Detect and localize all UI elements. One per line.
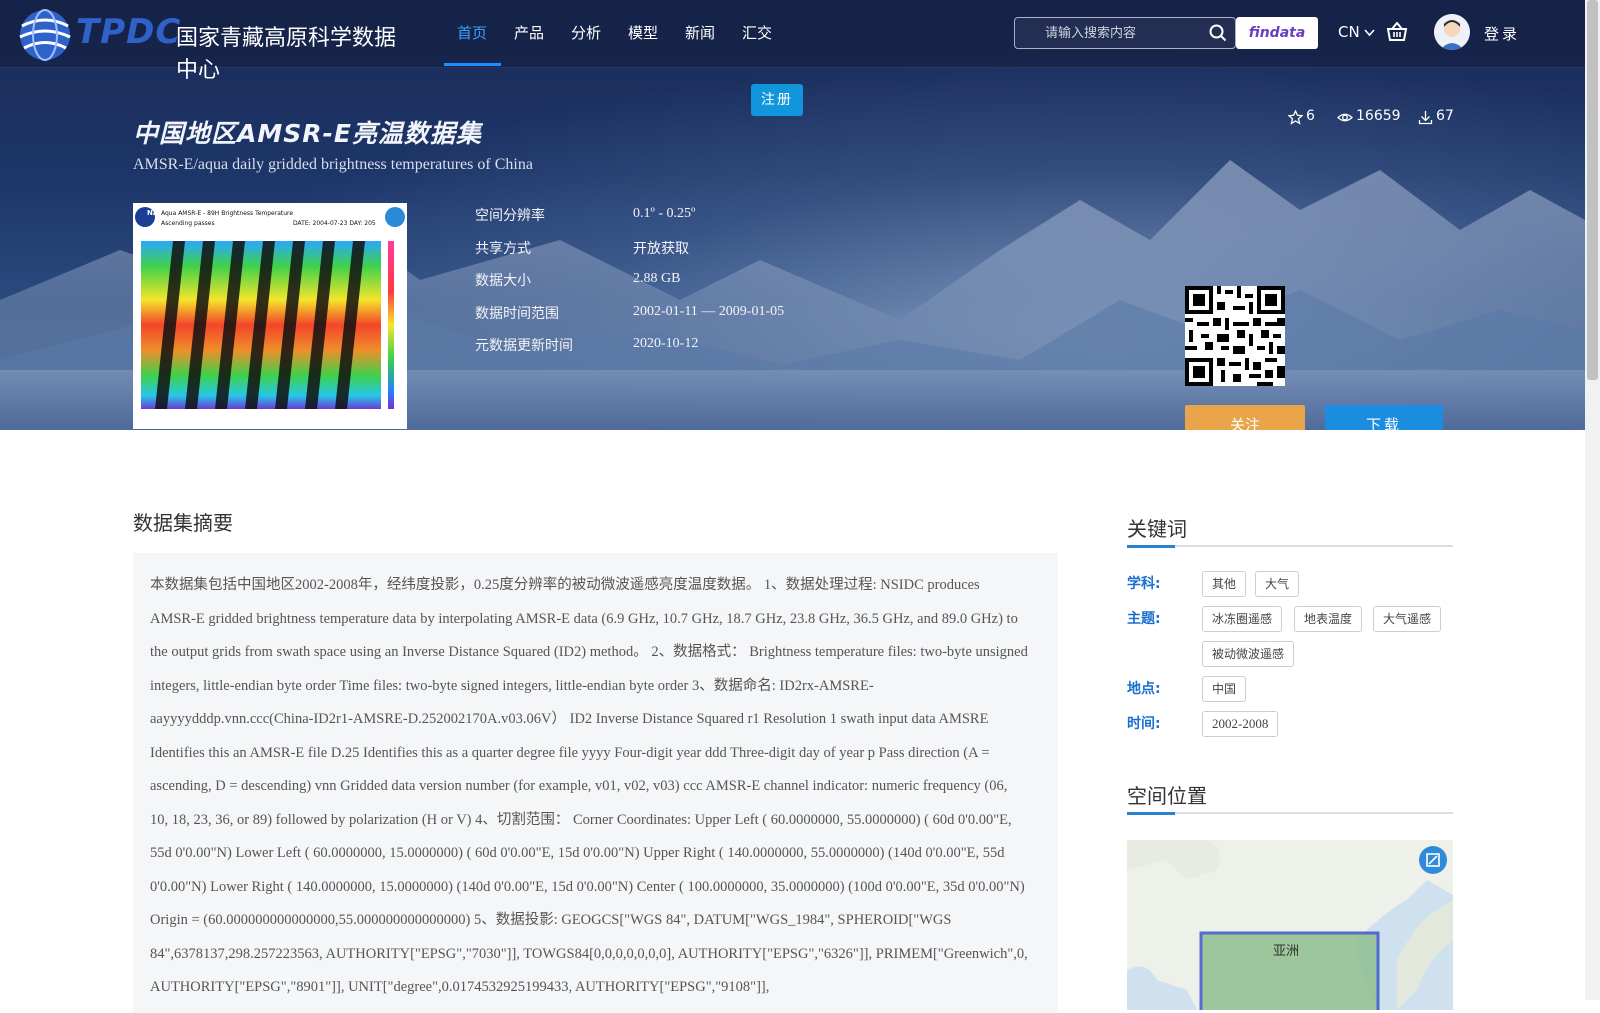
search-box (1014, 17, 1236, 49)
keyword-group-label-theme: 主题: (1127, 611, 1161, 627)
qr-code-icon (1185, 286, 1285, 386)
abstract-panel: 本数据集包括中国地区2002-2008年，经纬度投影，0.25度分辨率的被动微波… (133, 553, 1058, 1013)
logo-site-name: 国家青藏高原科学数据中心 (176, 26, 397, 83)
findata-label: findata (1248, 25, 1306, 41)
user-avatar-icon (1434, 14, 1470, 50)
findata-button[interactable]: findata (1236, 17, 1318, 49)
keywords-title: 关键词 (1127, 519, 1187, 541)
keyword-tag[interactable]: 大气 (1255, 571, 1300, 597)
meta-value-metadata-update: 2020-10-12 (633, 336, 699, 351)
search-icon[interactable] (1209, 24, 1227, 42)
thumbnail-date-label: DATE: 2004-07-23 DAY: 205 (293, 220, 376, 227)
keyword-group-label-place: 地点: (1127, 681, 1161, 697)
top-navigation-bar: TPDC 国家青藏高原科学数据中心 首页 产品 分析 模型 新闻 汇交 find… (0, 0, 1585, 83)
scrollbar-thumb[interactable] (1587, 0, 1598, 380)
eye-icon (1337, 113, 1353, 122)
keywords-divider (1127, 545, 1453, 547)
chevron-down-icon (1364, 29, 1376, 37)
keyword-tag[interactable]: 其他 (1202, 571, 1247, 597)
abstract-section-title: 数据集摘要 (133, 511, 233, 535)
avatar[interactable] (1434, 14, 1470, 50)
location-divider (1127, 812, 1453, 814)
keyword-tag[interactable]: 中国 (1202, 676, 1247, 702)
thumbnail-caption-line1: Aqua AMSR-E - 89H Brightness Temperature (161, 210, 293, 217)
keywords-divider-accent (1127, 545, 1175, 548)
register-button[interactable]: 注册 (751, 84, 803, 116)
nav-item-models[interactable]: 模型 (628, 22, 658, 43)
brightness-temperature-map-image: NASA Aqua AMSR-E - 89H Brightness Temper… (133, 203, 407, 429)
keyword-tag[interactable]: 冰冻圈遥感 (1202, 606, 1283, 632)
meta-value-time-range: 2002-01-11 — 2009-01-05 (633, 304, 785, 319)
views-count: 16659 (1356, 108, 1401, 124)
keyword-tag[interactable]: 被动微波遥感 (1202, 641, 1295, 667)
keyword-group-label-discipline: 学科: (1127, 576, 1161, 592)
meta-label-metadata-update: 元数据更新时间 (475, 338, 573, 354)
page-scrollbar[interactable] (1585, 0, 1600, 1000)
qr-code-image (1185, 286, 1285, 386)
location-map[interactable]: 亚洲 (1127, 840, 1453, 1010)
meta-label-sharing-mode: 共享方式 (475, 241, 531, 257)
logo-abbreviation: TPDC (76, 12, 182, 52)
active-nav-indicator (444, 63, 501, 66)
nav-item-home[interactable]: 首页 (457, 22, 487, 43)
abstract-text: 本数据集包括中国地区2002-2008年，经纬度投影，0.25度分辨率的被动微波… (150, 577, 1028, 995)
keyword-group-label-time: 时间: (1127, 716, 1161, 732)
download-button[interactable]: 下载 (1325, 405, 1443, 430)
meta-value-spatial-resolution: 0.1º - 0.25º (633, 206, 696, 221)
keyword-tag[interactable]: 大气遥感 (1373, 606, 1442, 632)
meta-label-data-size: 数据大小 (475, 273, 531, 289)
meta-value-data-size: 2.88 GB (633, 271, 681, 286)
dataset-thumbnail: NASA Aqua AMSR-E - 89H Brightness Temper… (133, 203, 407, 429)
fullscreen-icon[interactable] (1419, 846, 1447, 874)
search-input[interactable] (1045, 18, 1205, 48)
star-icon[interactable] (1288, 110, 1303, 125)
keyword-tag[interactable]: 地表温度 (1294, 606, 1363, 632)
nav-item-analysis[interactable]: 分析 (571, 22, 601, 43)
nav-item-news[interactable]: 新闻 (685, 22, 715, 43)
nav-item-submit[interactable]: 汇交 (742, 22, 772, 43)
site-logo[interactable]: TPDC 国家青藏高原科学数据中心 (14, 4, 414, 83)
meta-value-sharing-mode: 开放获取 (633, 242, 689, 257)
shopping-basket-icon[interactable] (1386, 22, 1408, 42)
meta-label-spatial-resolution: 空间分辨率 (475, 208, 545, 224)
downloads-count: 67 (1436, 108, 1454, 124)
nav-item-products[interactable]: 产品 (514, 22, 544, 43)
follow-button[interactable]: 关注 (1185, 405, 1305, 430)
map-region-label: 亚洲 (1273, 944, 1300, 959)
meta-label-time-range: 数据时间范围 (475, 306, 559, 322)
location-divider-accent (1127, 812, 1175, 815)
dataset-title-cn: 中国地区AMSR-E亮温数据集 (133, 119, 482, 148)
thumbnail-caption-line2: Ascending passes (161, 220, 215, 227)
download-count-icon (1418, 111, 1433, 125)
dataset-header-banner: TPDC 国家青藏高原科学数据中心 首页 产品 分析 模型 新闻 汇交 find… (0, 0, 1585, 430)
keyword-tag[interactable]: 2002-2008 (1202, 711, 1279, 737)
language-selector[interactable]: CN (1338, 23, 1376, 41)
location-title: 空间位置 (1127, 786, 1207, 808)
globe-logo-icon (19, 9, 71, 61)
map-image (1127, 840, 1453, 1010)
login-link[interactable]: 登录 (1484, 23, 1520, 44)
language-label: CN (1338, 23, 1360, 41)
dataset-title-en: AMSR-E/aqua daily gridded brightness tem… (133, 156, 533, 173)
favorites-count: 6 (1306, 108, 1315, 124)
